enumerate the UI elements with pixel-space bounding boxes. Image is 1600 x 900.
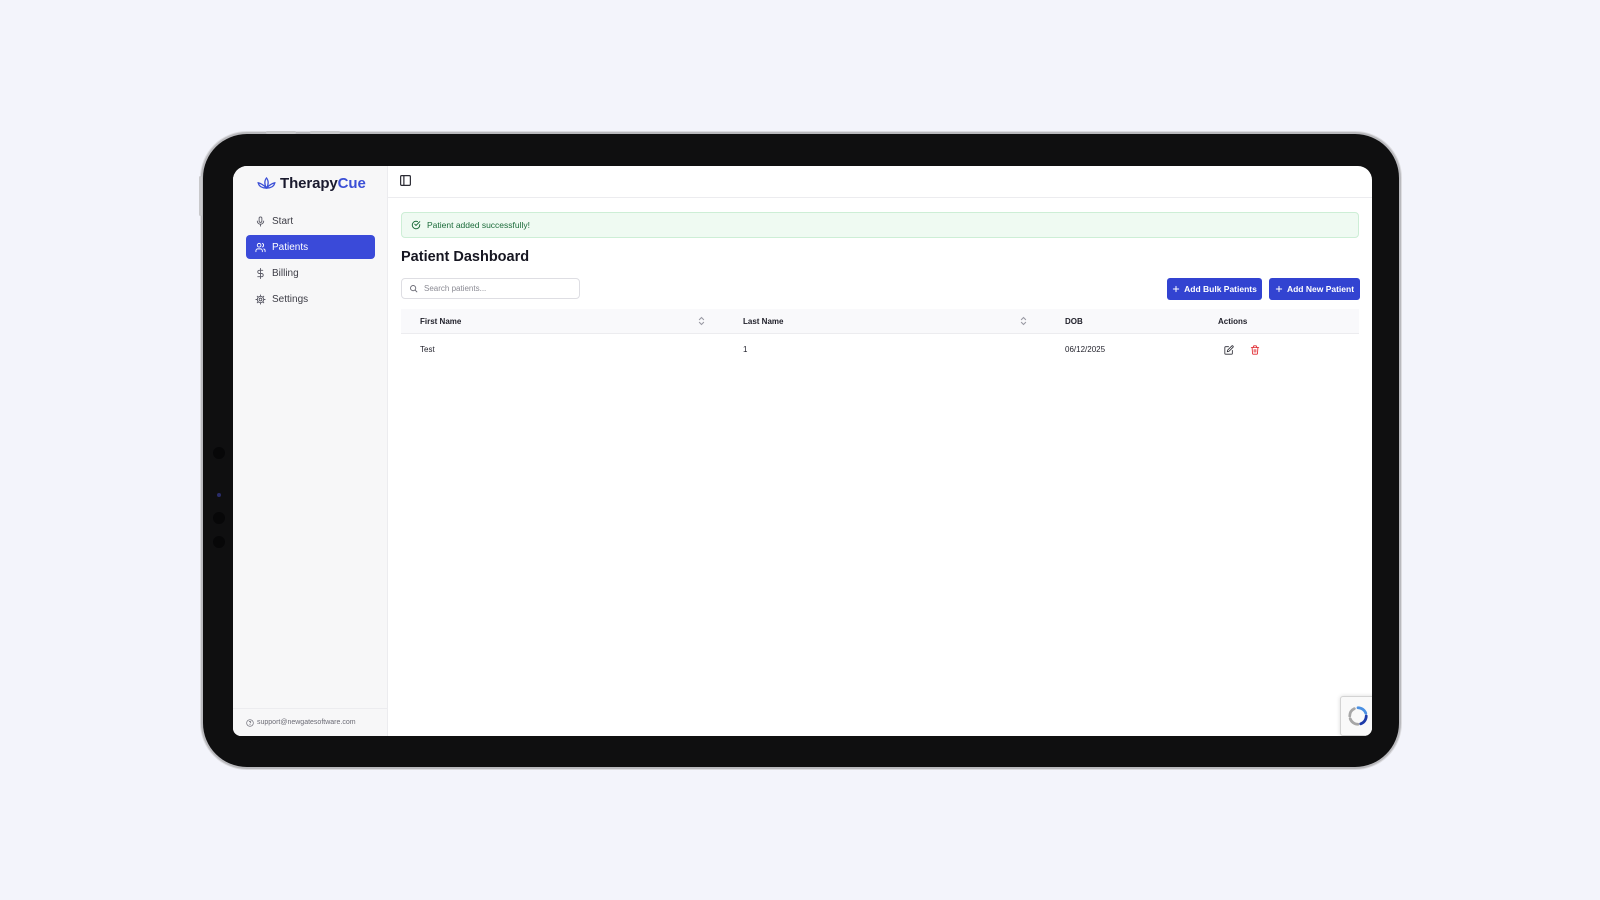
trash-icon (1250, 344, 1260, 355)
logo-text: TherapyCue (280, 175, 366, 192)
add-new-patient-button[interactable]: Add New Patient (1269, 278, 1360, 300)
cell-last-name: 1 (743, 345, 748, 354)
sensor-dot (217, 493, 221, 497)
button-label: Add New Patient (1286, 284, 1355, 294)
search-icon (410, 285, 418, 293)
header-last-name[interactable]: Last Name (743, 309, 783, 333)
sidebar-item-start[interactable]: Start (246, 209, 375, 233)
sidebar-item-billing[interactable]: Billing (246, 261, 375, 285)
add-bulk-patients-button[interactable]: Add Bulk Patients (1167, 278, 1262, 300)
panel-left-icon (400, 175, 411, 186)
sidebar-nav: Start Patients Billing Settings (246, 209, 375, 313)
tablet-button (310, 131, 340, 134)
sidebar-item-label: Billing (272, 267, 299, 279)
sidebar-item-label: Patients (272, 241, 309, 253)
sidebar-toggle-button[interactable] (399, 174, 412, 192)
header-first-name[interactable]: First Name (420, 309, 461, 333)
recaptcha-icon (1348, 706, 1368, 726)
table-row[interactable]: Test 1 06/12/2025 (401, 334, 1359, 365)
button-label: Add Bulk Patients (1184, 284, 1257, 294)
support-footer: support@newgatesoftware.com (233, 708, 387, 736)
edit-button[interactable] (1224, 344, 1234, 355)
row-actions (1224, 334, 1260, 365)
help-circle-icon (246, 718, 254, 727)
table-header: First Name Last Name DOB Actions (401, 309, 1359, 334)
top-bar (387, 166, 1372, 198)
dollar-icon (257, 267, 264, 279)
sidebar-item-settings[interactable]: Settings (246, 287, 375, 311)
plus-icon (1172, 285, 1180, 293)
camera-dot (213, 536, 225, 548)
cell-dob: 06/12/2025 (1065, 345, 1106, 354)
success-toast: Patient added successfully! (401, 212, 1359, 238)
support-email[interactable]: support@newgatesoftware.com (257, 719, 356, 726)
camera-dot (213, 447, 225, 459)
gear-icon (255, 293, 266, 305)
sidebar-item-patients[interactable]: Patients (246, 235, 375, 259)
sidebar: TherapyCue Start Patients Billing Settin… (233, 166, 388, 736)
check-circle-icon (411, 220, 421, 230)
search-input[interactable] (424, 284, 574, 293)
header-actions: Actions (1218, 316, 1248, 326)
sort-icon[interactable] (1020, 316, 1027, 326)
toast-message: Patient added successfully! (427, 220, 531, 230)
sidebar-item-label: Settings (272, 293, 309, 305)
plus-icon (1275, 285, 1283, 293)
lotus-icon (257, 177, 276, 190)
sidebar-item-label: Start (272, 215, 294, 227)
search-box[interactable] (401, 278, 580, 299)
logo[interactable]: TherapyCue (257, 175, 366, 192)
patients-table: First Name Last Name DOB Actions Test 1 … (401, 309, 1359, 365)
delete-button[interactable] (1250, 344, 1260, 355)
cell-first-name: Test (420, 345, 435, 354)
sort-icon[interactable] (698, 316, 705, 326)
edit-icon (1224, 344, 1234, 355)
microphone-icon (256, 215, 265, 227)
tablet-button (199, 176, 202, 216)
app-screen: TherapyCue Start Patients Billing Settin… (233, 166, 1372, 736)
recaptcha-badge[interactable] (1340, 696, 1372, 736)
page-title: Patient Dashboard (401, 249, 530, 265)
users-icon (255, 242, 266, 252)
tablet-button (266, 131, 296, 134)
header-dob: DOB (1065, 316, 1083, 326)
camera-dot (213, 512, 225, 524)
